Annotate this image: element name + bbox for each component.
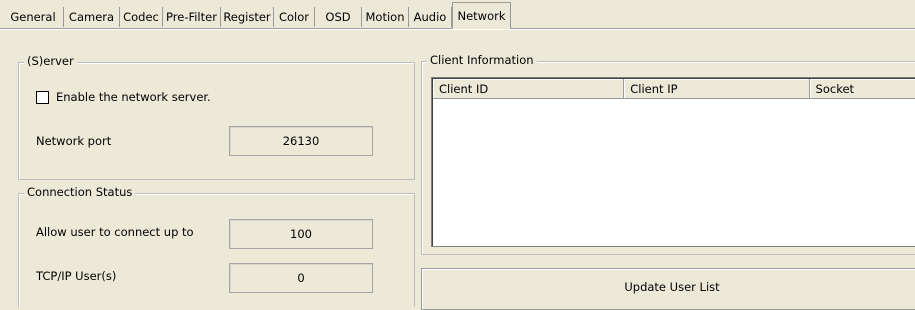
tcpip-users-label: TCP/IP User(s) — [36, 269, 117, 283]
enable-server-checkbox[interactable] — [36, 91, 49, 104]
tab-osd[interactable]: OSD — [315, 7, 362, 27]
allow-connect-field[interactable]: 100 — [229, 219, 373, 249]
connection-status-legend: Connection Status — [24, 185, 136, 199]
column-client-id[interactable]: Client ID — [433, 79, 625, 99]
tab-codec[interactable]: Codec — [120, 7, 163, 27]
tab-network[interactable]: Network — [452, 2, 511, 29]
tab-color[interactable]: Color — [274, 7, 315, 27]
client-information-legend: Client Information — [427, 53, 537, 67]
column-client-ip[interactable]: Client IP — [624, 79, 810, 99]
tab-general[interactable]: General — [3, 7, 64, 27]
client-information-group: Client Information Client ID Client IP S… — [421, 53, 915, 255]
client-list-header: Client ID Client IP Socket — [433, 79, 915, 99]
tab-motion[interactable]: Motion — [362, 7, 409, 27]
server-legend: (S)erver — [24, 54, 77, 68]
server-group: (S)erver Enable the network server. Netw… — [18, 54, 415, 180]
network-port-label: Network port — [36, 134, 112, 148]
tab-pre-filter[interactable]: Pre-Filter — [163, 7, 221, 27]
update-user-list-button[interactable]: Update User List — [421, 268, 915, 310]
enable-server-label[interactable]: Enable the network server. — [56, 90, 211, 104]
tcpip-users-field: 0 — [229, 263, 373, 293]
connection-status-group: Connection Status Allow user to connect … — [18, 185, 415, 307]
tab-register[interactable]: Register — [221, 7, 274, 27]
network-port-field[interactable]: 26130 — [229, 126, 373, 156]
tab-strip: General Camera Codec Pre-Filter Register… — [0, 0, 915, 30]
client-list[interactable]: Client ID Client IP Socket — [431, 77, 915, 247]
column-socket[interactable]: Socket — [809, 79, 915, 99]
tab-audio[interactable]: Audio — [409, 7, 452, 27]
tab-camera[interactable]: Camera — [64, 7, 120, 27]
allow-connect-label: Allow user to connect up to — [36, 225, 194, 239]
